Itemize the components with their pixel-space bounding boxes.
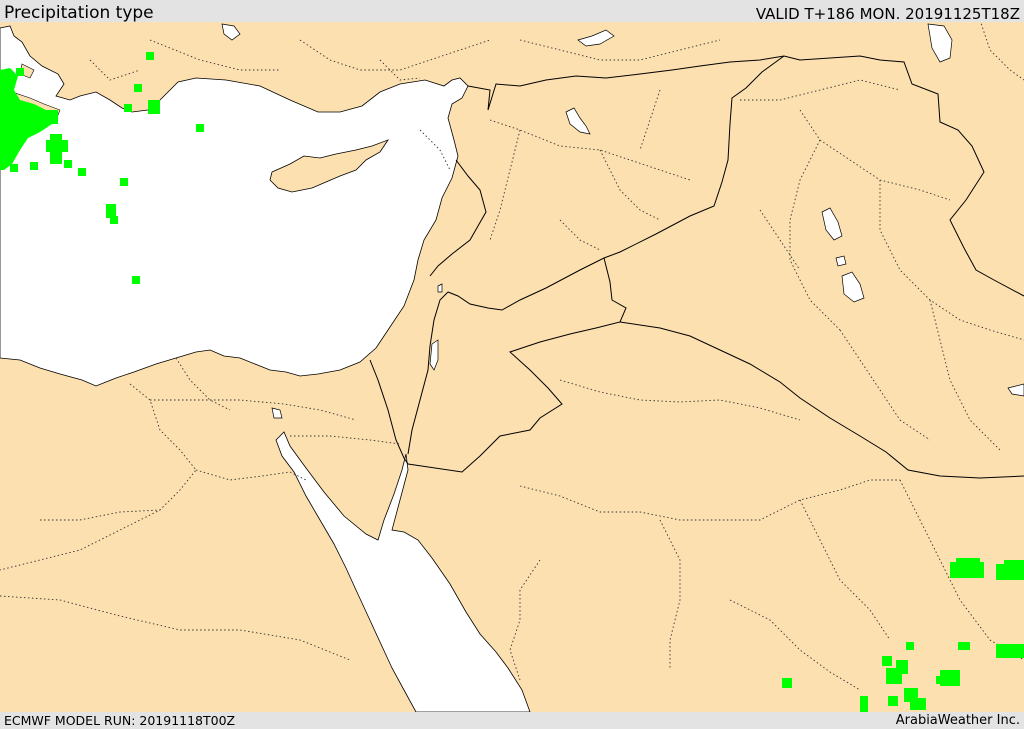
model-run-label: ECMWF MODEL RUN: 20191118T00Z bbox=[4, 713, 236, 728]
map-title: Precipitation type bbox=[4, 3, 154, 23]
credit-label: ArabiaWeather Inc. bbox=[895, 713, 1020, 728]
lake bbox=[835, 255, 847, 267]
map-footer: ECMWF MODEL RUN: 20191118T00Z ArabiaWeat… bbox=[0, 712, 1024, 729]
map-header: Precipitation type VALID T+186 MON. 2019… bbox=[0, 0, 1024, 23]
valid-time: VALID T+186 MON. 20191125T18Z bbox=[755, 5, 1020, 23]
precipitation-map bbox=[0, 22, 1024, 712]
